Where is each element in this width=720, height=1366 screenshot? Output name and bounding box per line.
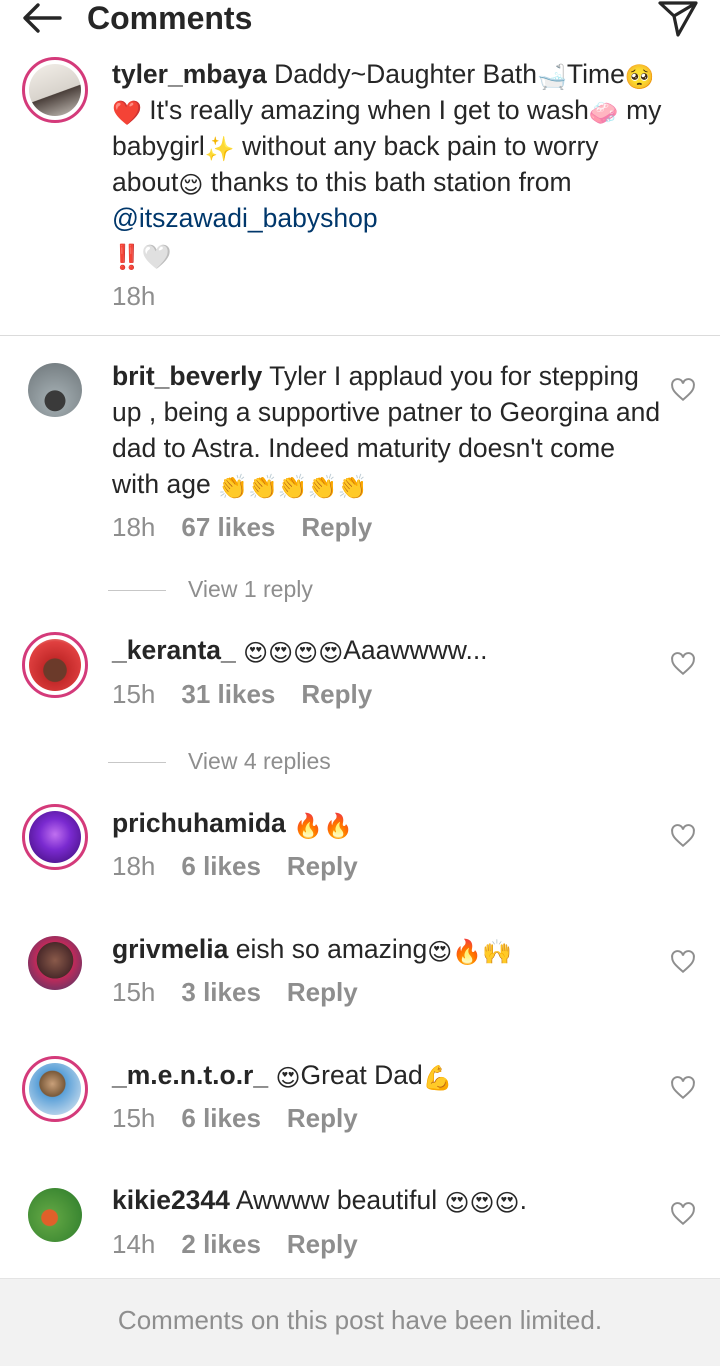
reply-button[interactable]: Reply [301, 512, 372, 542]
comment-meta: 14h 2 likes Reply [112, 1228, 384, 1260]
heart-eyes-emoji: 😍😍😍 [444, 1190, 520, 1217]
comment-likes[interactable]: 6 likes [181, 1103, 261, 1133]
comment-timestamp: 18h [112, 851, 156, 881]
like-heart-icon[interactable] [670, 949, 696, 975]
comment-timestamp: 15h [112, 679, 156, 709]
comment-username[interactable]: grivmelia [112, 934, 228, 964]
like-heart-icon[interactable] [670, 1201, 696, 1227]
comments-limited-text: Comments on this post have been limited. [117, 1305, 603, 1335]
caption-text: Time [566, 59, 625, 89]
reply-button[interactable]: Reply [287, 1103, 358, 1133]
caption-emoji: 🛁 [537, 64, 567, 91]
caption-emoji: ✨ [204, 136, 235, 163]
view-replies-button[interactable]: View 4 replies [108, 746, 331, 776]
comment-text: _keranta_ 😍😍😍😍Aaawwww... [112, 635, 488, 667]
caption-text: Daddy~Daughter Bath [274, 59, 538, 89]
comment-username[interactable]: prichuhamida [112, 808, 286, 838]
heart-eyes-emoji: 😍 [275, 1065, 301, 1092]
mention-link[interactable]: @itszawadi_babyshop [112, 203, 378, 233]
fire-emoji: 🔥🔥 [293, 813, 353, 840]
comment-username[interactable]: kikie2344 [112, 1185, 230, 1215]
like-heart-icon[interactable] [670, 1075, 696, 1101]
comment-meta: 15h 3 likes Reply [112, 976, 384, 1008]
comment-text: kikie2344 Awwww beautiful 😍😍😍. [112, 1185, 527, 1217]
comment-timestamp: 14h [112, 1229, 156, 1259]
comment-username[interactable]: _m.e.n.t.o.r_ [112, 1060, 268, 1090]
like-heart-icon[interactable] [670, 377, 696, 403]
clap-emoji: 👏👏👏👏👏 [218, 474, 368, 501]
comment-text: _m.e.n.t.o.r_ 😍Great Dad💪 [112, 1060, 453, 1092]
reply-button[interactable]: Reply [287, 977, 358, 1007]
comment-timestamp: 15h [112, 1103, 156, 1133]
comment-timestamp: 15h [112, 977, 156, 1007]
comment-likes[interactable]: 67 likes [181, 512, 275, 542]
caption-emoji: 🥺 [624, 64, 655, 91]
divider [0, 335, 720, 336]
back-arrow-icon[interactable] [20, 0, 64, 36]
reply-button[interactable]: Reply [301, 679, 372, 709]
header: Comments [0, 0, 720, 40]
caption-emoji: 🧼 [588, 100, 619, 127]
comment-likes[interactable]: 31 likes [181, 679, 275, 709]
comment-likes[interactable]: 2 likes [181, 1229, 261, 1259]
comment-username[interactable]: brit_beverly [112, 361, 262, 391]
post-caption: tyler_mbaya Daddy~Daughter Bath🛁Time🥺❤️ … [112, 56, 672, 272]
trailing-emoji: ‼️🤍 [112, 244, 172, 271]
paper-plane-icon[interactable] [656, 0, 700, 38]
reaction-emoji: 😍🔥🙌 [427, 939, 513, 966]
commenter-avatar[interactable] [22, 357, 88, 423]
like-heart-icon[interactable] [670, 823, 696, 849]
commenter-avatar[interactable] [22, 1182, 88, 1248]
commenter-avatar[interactable] [22, 930, 88, 996]
comment-timestamp: 18h [112, 512, 156, 542]
post-author-avatar[interactable] [22, 57, 88, 123]
commenter-avatar[interactable] [22, 804, 88, 870]
comment-meta: 15h 6 likes Reply [112, 1102, 384, 1134]
comment-meta: 18h 6 likes Reply [112, 850, 384, 882]
comment-text: grivmelia eish so amazing😍🔥🙌 [112, 934, 513, 966]
comment-likes[interactable]: 3 likes [181, 977, 261, 1007]
post-timestamp: 18h [112, 281, 156, 311]
comment-likes[interactable]: 6 likes [181, 851, 261, 881]
replies-line [108, 590, 166, 592]
reply-button[interactable]: Reply [287, 851, 358, 881]
page-title: Comments [87, 0, 253, 36]
post-meta: 18h [112, 280, 181, 312]
replies-line [108, 762, 166, 764]
comment-text: prichuhamida 🔥🔥 [112, 805, 662, 841]
comment-meta: 15h 31 likes Reply [112, 678, 398, 710]
commenter-avatar[interactable] [22, 632, 88, 698]
flexed-biceps-emoji: 💪 [422, 1065, 453, 1092]
heart-eyes-emoji: 😍😍😍😍 [243, 640, 344, 667]
comment-username[interactable]: _keranta_ [112, 635, 236, 665]
view-replies-button[interactable]: View 1 reply [108, 574, 313, 604]
comment-text: brit_beverly Tyler I applaud you for ste… [112, 361, 661, 501]
reply-button[interactable]: Reply [287, 1229, 358, 1259]
caption-text: It's really amazing when I get to wash [141, 95, 589, 125]
like-heart-icon[interactable] [670, 651, 696, 677]
commenter-avatar[interactable] [22, 1056, 88, 1122]
comment-meta: 18h 67 likes Reply [112, 511, 398, 543]
caption-text: thanks to this bath station from [203, 167, 572, 197]
post-author-username[interactable]: tyler_mbaya [112, 59, 267, 89]
caption-emoji: 😌 [178, 172, 204, 199]
comments-limited-banner: Comments on this post have been limited. [0, 1278, 720, 1366]
caption-emoji: ❤️ [112, 100, 142, 127]
